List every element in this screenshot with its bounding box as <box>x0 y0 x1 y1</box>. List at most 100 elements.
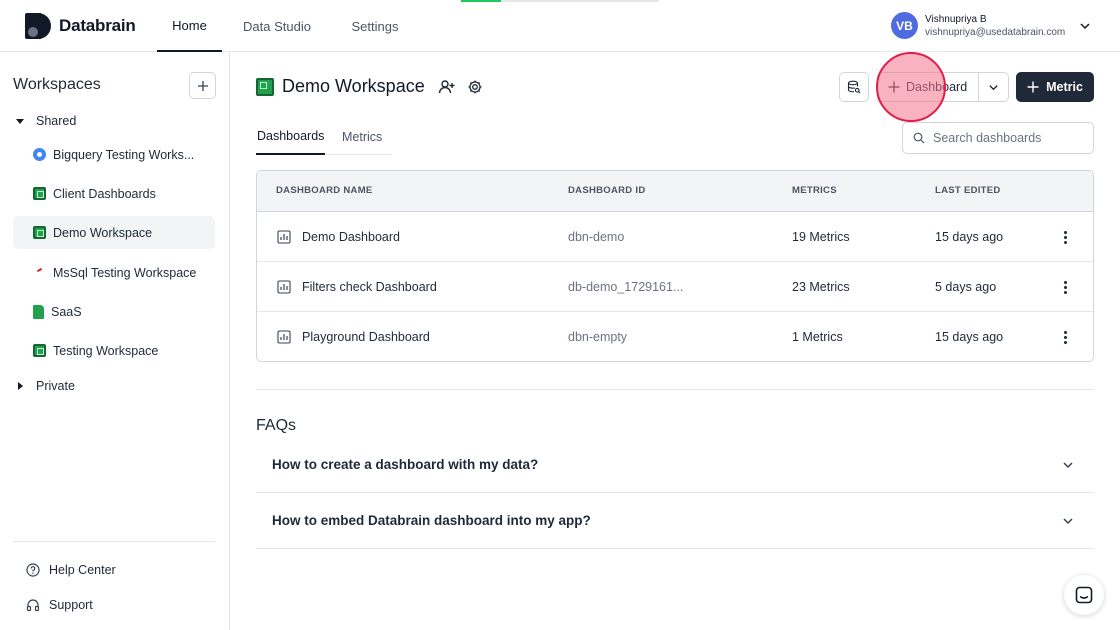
dashboard-last-edited: 5 days ago <box>935 280 997 294</box>
sidebar-item-label: SaaS <box>51 304 82 319</box>
app-name: Databrain <box>59 16 136 35</box>
sidebar-item-client-dashboards[interactable]: Client Dashboards <box>13 177 215 210</box>
chevron-down-icon <box>1063 518 1073 525</box>
chart-icon <box>277 330 291 344</box>
dashboards-table: DASHBOARD NAME DASHBOARD ID METRICS LAST… <box>256 170 1094 362</box>
nav-settings[interactable]: Settings <box>332 0 418 52</box>
add-user-icon[interactable] <box>437 77 457 97</box>
section-divider <box>256 389 1094 390</box>
tabs: Dashboards Metrics <box>256 118 392 155</box>
sidebar-item-label: Testing Workspace <box>53 343 159 358</box>
sidebar-item-mssql[interactable]: MsSql Testing Workspace <box>13 256 215 289</box>
user-name: Vishnupriya B <box>925 13 987 25</box>
chevron-down-icon <box>1063 462 1073 469</box>
support-link[interactable]: Support <box>26 598 93 612</box>
user-menu[interactable]: VB Vishnupriya B vishnupriya@usedatabrai… <box>891 12 1090 39</box>
plus-icon <box>888 81 900 93</box>
sidebar-item-demo-workspace[interactable]: Demo Workspace <box>13 216 215 249</box>
search-input[interactable] <box>933 131 1083 145</box>
page-title: Demo Workspace <box>282 76 425 96</box>
add-workspace-button[interactable] <box>189 72 216 99</box>
user-email: vishnupriya@usedatabrain.com <box>925 26 1066 38</box>
table-row[interactable]: Demo Dashboard dbn-demo 19 Metrics 15 da… <box>257 212 1093 262</box>
column-header-id[interactable]: DASHBOARD ID <box>568 185 646 196</box>
help-circle-icon <box>26 563 40 577</box>
plus-icon <box>1027 81 1039 93</box>
help-center-label: Help Center <box>49 563 116 577</box>
caret-down-icon <box>16 118 24 124</box>
table-row[interactable]: Filters check Dashboard db-demo_1729161.… <box>257 262 1093 312</box>
mssql-icon <box>33 266 46 279</box>
search-icon <box>913 132 925 144</box>
dashboard-metrics: 19 Metrics <box>792 230 850 244</box>
database-search-icon <box>847 80 861 94</box>
sheet-icon <box>33 226 46 239</box>
headphones-icon <box>26 599 40 612</box>
user-info: Vishnupriya B vishnupriya@usedatabrain.c… <box>925 13 1065 39</box>
shared-label: Shared <box>36 114 77 128</box>
chat-icon <box>1075 586 1093 604</box>
dashboard-id: db-demo_1729161... <box>568 280 684 294</box>
caret-right-icon <box>18 382 23 390</box>
more-vertical-icon[interactable] <box>1057 329 1073 345</box>
sidebar-item-bigquery[interactable]: Bigquery Testing Works... <box>13 138 215 171</box>
table-header: DASHBOARD NAME DASHBOARD ID METRICS LAST… <box>257 171 1093 212</box>
faq-question: How to create a dashboard with my data? <box>272 457 539 472</box>
gear-icon[interactable] <box>465 77 485 97</box>
chat-launcher-button[interactable] <box>1064 575 1104 615</box>
add-metric-button[interactable]: Metric <box>1016 72 1094 102</box>
private-group-toggle[interactable]: Private <box>16 379 75 393</box>
support-label: Support <box>49 598 93 612</box>
help-center-link[interactable]: Help Center <box>26 563 116 577</box>
more-vertical-icon[interactable] <box>1057 229 1073 245</box>
sidebar-item-saas[interactable]: SaaS <box>13 295 215 328</box>
chart-icon <box>277 280 291 294</box>
faq-item[interactable]: How to embed Databrain dashboard into my… <box>256 493 1094 549</box>
sidebar-item-testing-workspace[interactable]: Testing Workspace <box>13 334 215 367</box>
tab-metrics[interactable]: Metrics <box>342 118 382 155</box>
workspaces-title: Workspaces <box>13 76 101 93</box>
faq-title: FAQs <box>256 417 297 434</box>
sidebar-divider <box>13 541 215 542</box>
shared-group-toggle[interactable]: Shared <box>16 114 76 128</box>
dashboard-metrics: 1 Metrics <box>792 330 843 344</box>
datasource-button[interactable] <box>839 72 869 102</box>
faq-item[interactable]: How to create a dashboard with my data? <box>256 437 1094 493</box>
dashboard-last-edited: 15 days ago <box>935 330 1004 344</box>
add-dashboard-label: Dashboard <box>906 80 968 94</box>
sidebar-item-label: Client Dashboards <box>53 186 156 201</box>
column-header-last-edited[interactable]: LAST EDITED <box>935 185 1001 196</box>
dashboard-metrics: 23 Metrics <box>792 280 850 294</box>
add-metric-label: Metric <box>1046 80 1083 94</box>
private-label: Private <box>36 379 75 393</box>
sidebar: Workspaces Shared Bigquery Testing Works… <box>0 52 230 630</box>
add-dashboard-button[interactable]: Dashboard <box>877 72 979 102</box>
column-header-metrics[interactable]: METRICS <box>792 185 837 196</box>
nav-home[interactable]: Home <box>157 0 222 52</box>
sidebar-item-label: Demo Workspace <box>53 225 153 240</box>
main-content: Demo Workspace Dashboard Metric Dashboar… <box>231 52 1120 630</box>
dashboard-last-edited: 15 days ago <box>935 230 1004 244</box>
top-bar: Databrain Home Data Studio Settings VB V… <box>0 0 1120 52</box>
logo[interactable]: Databrain <box>25 13 136 39</box>
loading-indicator <box>461 0 659 2</box>
column-header-name[interactable]: DASHBOARD NAME <box>276 185 373 196</box>
file-icon <box>33 304 44 319</box>
sheet-icon <box>33 187 46 200</box>
more-vertical-icon[interactable] <box>1057 279 1073 295</box>
workspace-header: Demo Workspace <box>256 76 485 97</box>
tab-dashboards[interactable]: Dashboards <box>256 118 325 155</box>
databrain-logo-icon <box>25 13 51 39</box>
plus-icon <box>197 80 208 91</box>
dashboard-name: Filters check Dashboard <box>302 280 437 294</box>
search-box[interactable] <box>902 122 1094 154</box>
dashboard-id: dbn-demo <box>568 230 625 244</box>
nav-data-studio[interactable]: Data Studio <box>222 0 332 52</box>
sidebar-item-label: Bigquery Testing Works... <box>53 147 195 162</box>
dashboard-name: Demo Dashboard <box>302 230 400 244</box>
table-row[interactable]: Playground Dashboard dbn-empty 1 Metrics… <box>257 312 1093 361</box>
chevron-down-icon[interactable] <box>1079 20 1091 32</box>
chart-icon <box>277 230 291 244</box>
sidebar-item-label: MsSql Testing Workspace <box>53 265 197 280</box>
dashboard-options-button[interactable] <box>978 72 1009 102</box>
